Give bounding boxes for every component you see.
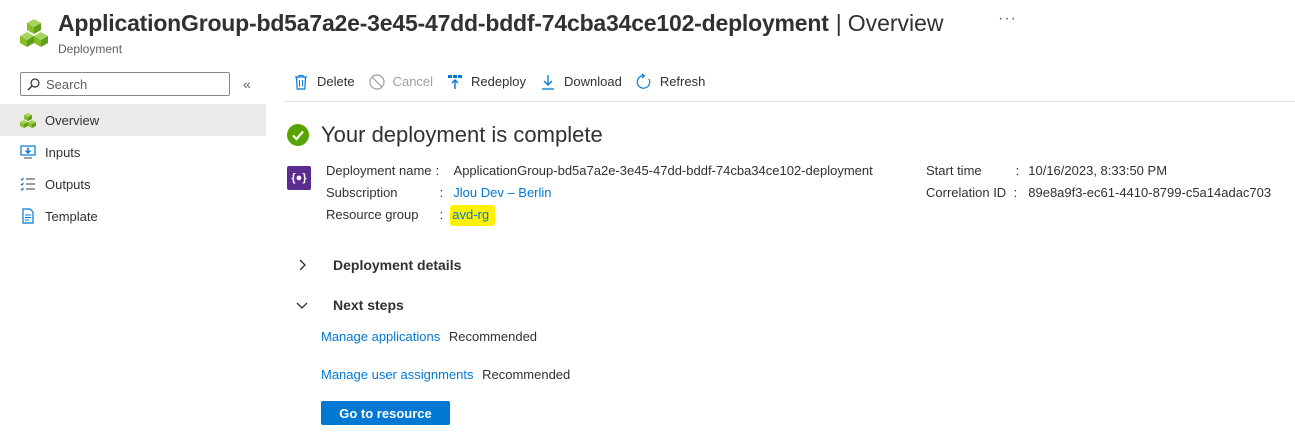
inputs-icon: [20, 144, 36, 160]
colon: :: [439, 185, 444, 200]
sidebar-nav: Overview Inputs Outputs Template: [0, 104, 266, 232]
cancel-label: Cancel: [392, 74, 434, 89]
colon: :: [435, 163, 440, 178]
page-title-section: Overview: [847, 10, 944, 36]
main-content: Your deployment is complete {●} Deployme…: [285, 103, 1295, 447]
colon: :: [439, 207, 444, 222]
title-separator: |: [835, 10, 842, 36]
sidebar-item-inputs[interactable]: Inputs: [0, 136, 266, 168]
correlation-id-value: 89e8a9f3-ec61-4410-8799-c5a14adac703: [1028, 185, 1272, 200]
redeploy-button[interactable]: Redeploy: [447, 68, 526, 96]
sidebar-item-template[interactable]: Template: [0, 200, 266, 232]
next-step-item: Manage user assignments Recommended: [321, 367, 570, 382]
correlation-id-label: Correlation ID: [926, 185, 1007, 200]
sidebar-item-label: Outputs: [45, 176, 91, 192]
sidebar-item-outputs[interactable]: Outputs: [0, 168, 266, 200]
subscription-row: Subscription : Jlou Dev – Berlin: [326, 185, 552, 200]
collapse-sidebar-button[interactable]: «: [243, 76, 251, 92]
cubes-icon: [20, 19, 48, 47]
download-button[interactable]: Download: [540, 68, 622, 96]
search-icon: [27, 77, 40, 90]
manage-user-assignments-link[interactable]: Manage user assignments: [321, 367, 473, 382]
deployment-resource-icon: {●}: [287, 166, 311, 190]
resource-group-link[interactable]: avd-rg: [450, 205, 496, 226]
cancel-icon: [368, 73, 385, 90]
deployment-name-value: ApplicationGroup-bd5a7a2e-3e45-47dd-bddf…: [453, 163, 873, 178]
outputs-icon: [20, 176, 36, 192]
page-subtitle: Deployment: [58, 42, 123, 56]
sidebar-item-label: Template: [45, 208, 98, 224]
colon: :: [1013, 185, 1018, 200]
deployment-details-label: Deployment details: [333, 257, 462, 273]
success-check-icon: [287, 124, 309, 146]
search-input[interactable]: [46, 76, 216, 92]
page-title-name: ApplicationGroup-bd5a7a2e-3e45-47dd-bddf…: [58, 10, 829, 36]
delete-label: Delete: [317, 74, 355, 89]
sidebar-item-label: Inputs: [45, 144, 81, 160]
subscription-label: Subscription: [326, 185, 398, 200]
refresh-label: Refresh: [659, 74, 706, 89]
page-title: ApplicationGroup-bd5a7a2e-3e45-47dd-bddf…: [58, 10, 944, 37]
refresh-button[interactable]: Refresh: [636, 68, 706, 96]
correlation-id-row: Correlation ID : 89e8a9f3-ec61-4410-8799…: [926, 185, 1271, 200]
recommended-tag: Recommended: [448, 329, 538, 344]
cancel-button[interactable]: Cancel: [368, 68, 434, 96]
start-time-label: Start time: [926, 163, 982, 178]
resource-group-row: Resource group : avd-rg: [326, 205, 496, 226]
status-title: Your deployment is complete: [321, 122, 603, 147]
sidebar: « Overview: [0, 62, 266, 447]
go-to-resource-button[interactable]: Go to resource: [321, 401, 450, 425]
command-bar: Delete Cancel Redeploy Download Refresh: [285, 62, 1295, 102]
download-icon: [540, 74, 556, 90]
download-label: Download: [563, 74, 622, 89]
next-steps-label: Next steps: [333, 297, 404, 313]
deployment-status: Your deployment is complete: [287, 122, 603, 148]
resource-group-label: Resource group: [326, 207, 419, 222]
next-step-item: Manage applications Recommended: [321, 329, 537, 344]
recommended-tag: Recommended: [482, 367, 571, 382]
cubes-icon: [20, 112, 36, 128]
start-time-row: Start time : 10/16/2023, 8:33:50 PM: [926, 163, 1167, 178]
subscription-link[interactable]: Jlou Dev – Berlin: [453, 185, 551, 200]
deployment-details-toggle[interactable]: Deployment details: [295, 257, 461, 273]
deployment-name-label: Deployment name: [326, 163, 432, 178]
redeploy-icon: [447, 74, 463, 90]
sidebar-item-overview[interactable]: Overview: [0, 104, 266, 136]
search-box[interactable]: [20, 72, 230, 96]
delete-button[interactable]: Delete: [293, 68, 355, 96]
manage-applications-link[interactable]: Manage applications: [321, 329, 440, 344]
template-icon: [20, 208, 36, 224]
chevron-down-icon: [295, 298, 309, 312]
more-options-icon[interactable]: ···: [998, 10, 1017, 28]
page-header: ApplicationGroup-bd5a7a2e-3e45-47dd-bddf…: [0, 0, 1295, 62]
deployment-name-row: Deployment name : ApplicationGroup-bd5a7…: [326, 163, 873, 178]
redeploy-label: Redeploy: [471, 74, 526, 89]
start-time-value: 10/16/2023, 8:33:50 PM: [1028, 163, 1168, 178]
colon: :: [1015, 163, 1020, 178]
chevron-right-icon: [295, 258, 309, 272]
refresh-icon: [636, 73, 652, 90]
sidebar-item-label: Overview: [45, 112, 100, 128]
next-steps-toggle[interactable]: Next steps: [295, 297, 404, 313]
trash-icon: [293, 74, 309, 90]
